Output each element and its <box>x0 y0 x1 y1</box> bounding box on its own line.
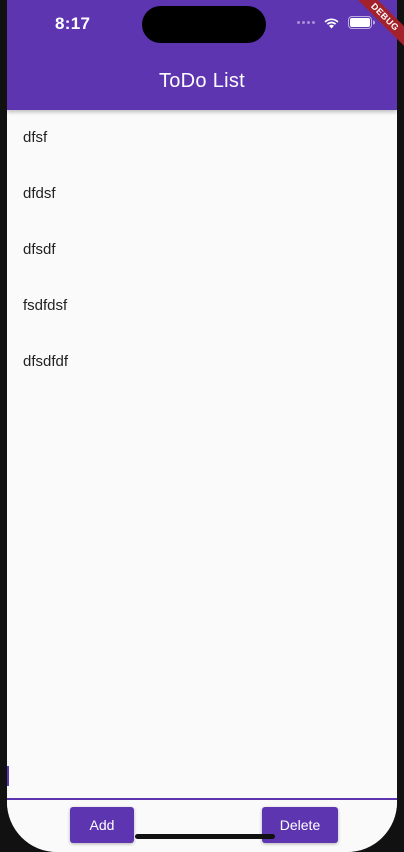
todo-item[interactable]: dfsdfdf <box>7 334 397 390</box>
phone-frame: 8:17 ToDo List dfsf dfdsf dfsdf fsdfdsf … <box>0 0 404 852</box>
add-button[interactable]: Add <box>70 807 134 843</box>
app-header: 8:17 ToDo List <box>7 0 397 110</box>
todo-item[interactable]: dfsf <box>7 110 397 166</box>
todo-item[interactable]: fsdfdsf <box>7 278 397 334</box>
status-time: 8:17 <box>55 14 91 33</box>
signal-dots-icon <box>297 21 315 24</box>
app-screen: 8:17 ToDo List dfsf dfdsf dfsdf fsdfdsf … <box>7 0 397 852</box>
dynamic-island <box>142 6 266 43</box>
status-icons <box>297 16 375 29</box>
todo-item[interactable]: dfdsf <box>7 166 397 222</box>
wifi-icon <box>324 17 339 28</box>
todo-list: dfsf dfdsf dfsdf fsdfdsf dfsdfdf <box>7 110 397 390</box>
bottom-action-bar: Add Delete <box>7 798 397 852</box>
scroll-marker <box>7 766 9 786</box>
home-indicator <box>135 834 275 839</box>
battery-icon <box>348 16 375 29</box>
app-title: ToDo List <box>158 70 246 92</box>
todo-item[interactable]: dfsdf <box>7 222 397 278</box>
